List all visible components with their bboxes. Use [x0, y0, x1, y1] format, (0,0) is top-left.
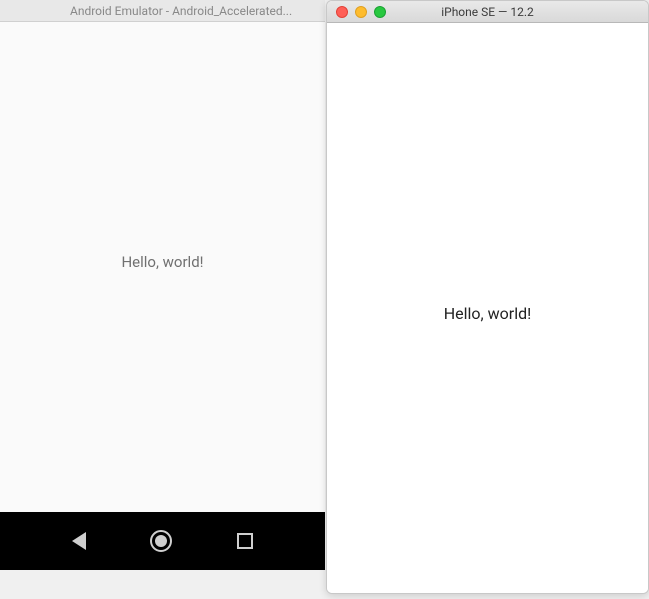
android-screen[interactable]: Hello, world! — [0, 22, 325, 512]
android-navbar — [0, 512, 325, 570]
android-emulator-window: Android Emulator - Android_Accelerated..… — [0, 0, 325, 570]
iphone-hello-text: Hello, world! — [444, 304, 532, 323]
iphone-screen[interactable]: Hello, world! — [327, 23, 648, 593]
android-titlebar[interactable]: Android Emulator - Android_Accelerated..… — [0, 0, 325, 22]
close-icon[interactable] — [336, 6, 348, 18]
traffic-lights — [327, 6, 386, 18]
iphone-titlebar[interactable]: iPhone SE — 12.2 — [327, 1, 648, 23]
zoom-icon[interactable] — [374, 6, 386, 18]
minimize-icon[interactable] — [355, 6, 367, 18]
back-icon[interactable] — [72, 532, 86, 550]
home-icon[interactable] — [150, 530, 172, 552]
android-window-title: Android Emulator - Android_Accelerated..… — [70, 4, 292, 18]
recent-apps-icon[interactable] — [237, 533, 253, 549]
iphone-simulator-window: iPhone SE — 12.2 Hello, world! — [326, 0, 649, 594]
android-hello-text: Hello, world! — [121, 253, 203, 271]
